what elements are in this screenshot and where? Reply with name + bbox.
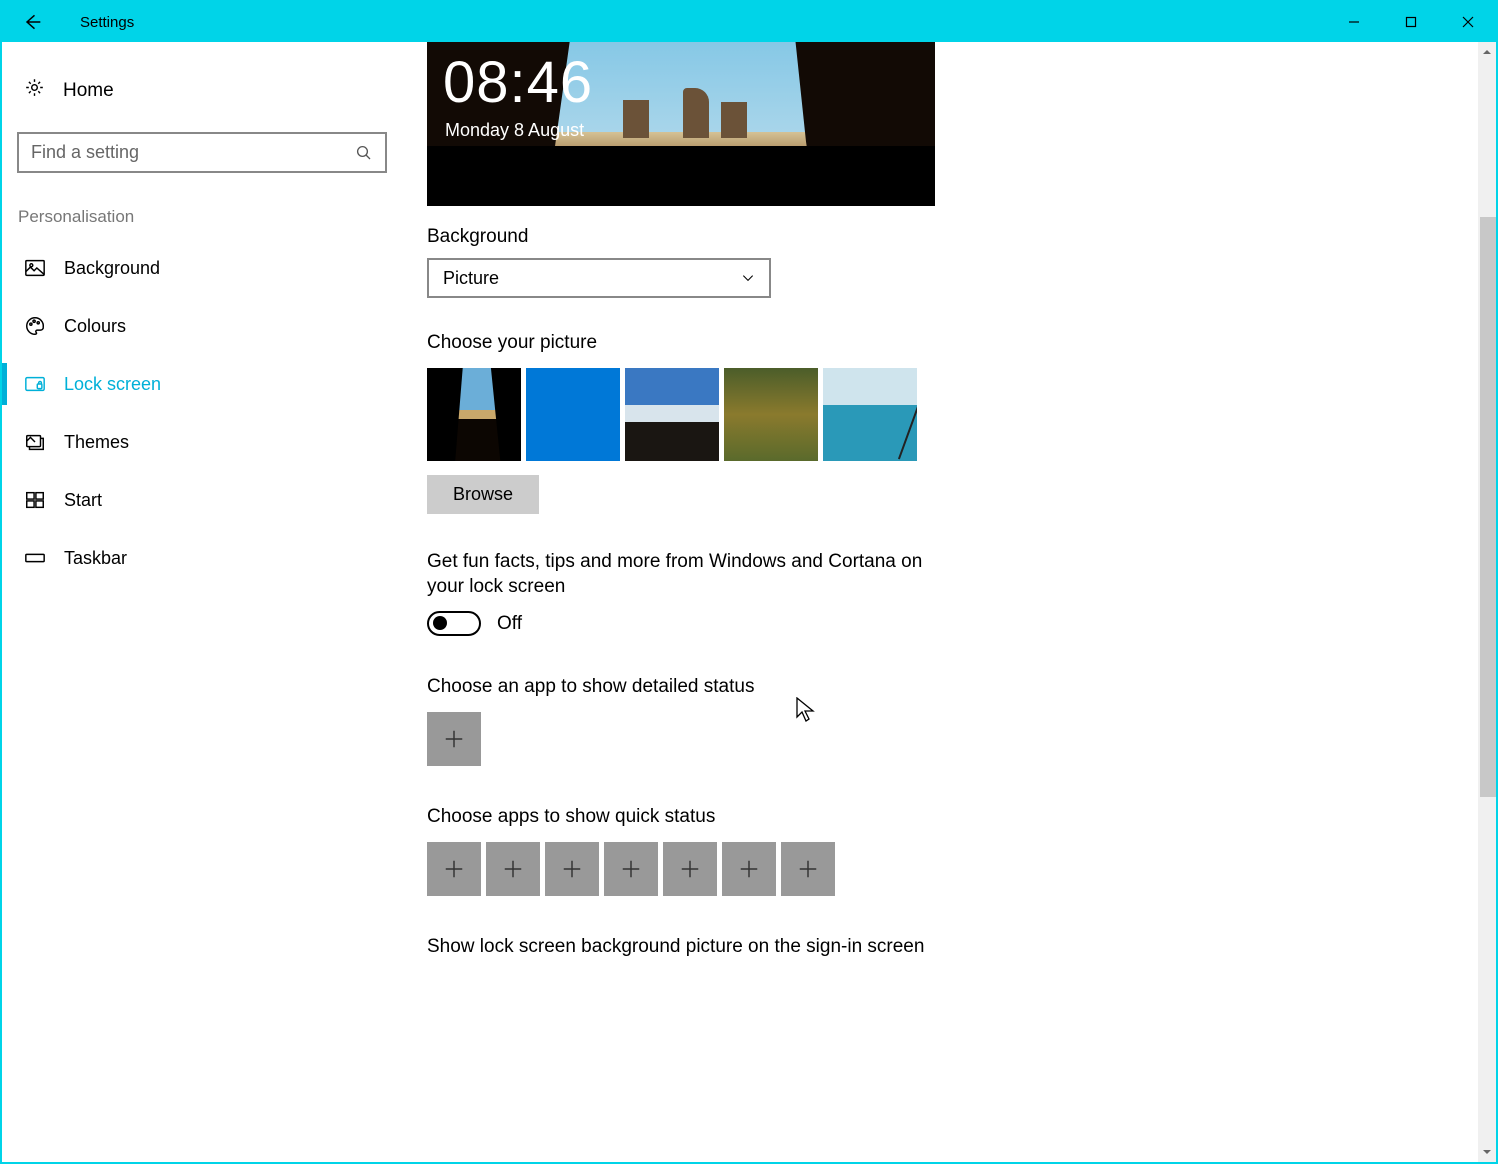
palette-icon bbox=[24, 315, 46, 337]
quick-status-label: Choose apps to show quick status bbox=[427, 806, 1182, 828]
search-box[interactable] bbox=[17, 132, 387, 173]
plus-icon bbox=[561, 858, 583, 880]
maximize-icon bbox=[1405, 16, 1417, 28]
sidebar-item-label: Background bbox=[64, 258, 160, 279]
detailed-status-add[interactable] bbox=[427, 712, 481, 766]
close-icon bbox=[1462, 16, 1474, 28]
plus-icon bbox=[443, 858, 465, 880]
sidebar-item-label: Start bbox=[64, 490, 102, 511]
quick-status-add[interactable] bbox=[722, 842, 776, 896]
lock-screen-icon bbox=[24, 373, 46, 395]
themes-icon bbox=[24, 431, 46, 453]
combo-value: Picture bbox=[443, 268, 499, 289]
sidebar-item-background[interactable]: Background bbox=[2, 239, 402, 297]
taskbar-icon bbox=[24, 547, 46, 569]
sidebar-item-label: Taskbar bbox=[64, 548, 127, 569]
picture-thumb[interactable] bbox=[427, 368, 521, 461]
fun-facts-toggle[interactable] bbox=[427, 611, 481, 636]
detailed-status-label: Choose an app to show detailed status bbox=[427, 676, 1182, 698]
signin-label: Show lock screen background picture on t… bbox=[427, 936, 1182, 958]
search-icon bbox=[355, 144, 373, 162]
scroll-up-button[interactable] bbox=[1478, 42, 1496, 62]
vertical-scrollbar[interactable] bbox=[1478, 42, 1496, 1162]
sidebar-item-label: Themes bbox=[64, 432, 129, 453]
lock-screen-preview: 08:46 Monday 8 August bbox=[427, 42, 935, 206]
quick-status-add[interactable] bbox=[486, 842, 540, 896]
start-icon bbox=[24, 489, 46, 511]
scroll-down-button[interactable] bbox=[1478, 1142, 1496, 1162]
plus-icon bbox=[738, 858, 760, 880]
preview-time: 08:46 bbox=[443, 54, 593, 112]
home-label: Home bbox=[63, 80, 114, 102]
plus-icon bbox=[620, 858, 642, 880]
sidebar-item-start[interactable]: Start bbox=[2, 471, 402, 529]
minimize-button[interactable] bbox=[1325, 2, 1382, 42]
sidebar-item-label: Lock screen bbox=[64, 374, 161, 395]
quick-status-add[interactable] bbox=[663, 842, 717, 896]
window-controls bbox=[1325, 2, 1496, 42]
picture-thumb[interactable] bbox=[526, 368, 620, 461]
browse-button[interactable]: Browse bbox=[427, 475, 539, 514]
picture-thumb[interactable] bbox=[724, 368, 818, 461]
plus-icon bbox=[679, 858, 701, 880]
plus-icon bbox=[443, 728, 465, 750]
plus-icon bbox=[502, 858, 524, 880]
picture-thumbs bbox=[427, 368, 1182, 461]
fun-facts-label: Get fun facts, tips and more from Window… bbox=[427, 550, 957, 599]
chevron-down-icon bbox=[741, 271, 755, 285]
maximize-button[interactable] bbox=[1382, 2, 1439, 42]
sidebar-item-colours[interactable]: Colours bbox=[2, 297, 402, 355]
main-content: 08:46 Monday 8 August Background Picture… bbox=[402, 42, 1222, 1018]
plus-icon bbox=[797, 858, 819, 880]
sidebar-item-taskbar[interactable]: Taskbar bbox=[2, 529, 402, 587]
back-arrow-icon bbox=[22, 12, 42, 32]
close-button[interactable] bbox=[1439, 2, 1496, 42]
picture-thumb[interactable] bbox=[625, 368, 719, 461]
quick-status-add[interactable] bbox=[604, 842, 658, 896]
title-bar: Settings bbox=[2, 2, 1496, 42]
sidebar-item-themes[interactable]: Themes bbox=[2, 413, 402, 471]
background-combo[interactable]: Picture bbox=[427, 258, 771, 298]
fun-facts-state: Off bbox=[497, 613, 522, 635]
quick-status-add[interactable] bbox=[427, 842, 481, 896]
scroll-thumb[interactable] bbox=[1480, 217, 1496, 797]
quick-status-add[interactable] bbox=[545, 842, 599, 896]
home-link[interactable]: Home bbox=[2, 67, 402, 114]
quick-status-row bbox=[427, 842, 1182, 896]
picture-thumb[interactable] bbox=[823, 368, 917, 461]
choose-picture-label: Choose your picture bbox=[427, 332, 1182, 354]
sidebar: Home Personalisation Background Colours … bbox=[2, 42, 402, 1162]
search-input[interactable] bbox=[31, 142, 355, 163]
minimize-icon bbox=[1348, 16, 1360, 28]
category-label: Personalisation bbox=[2, 199, 402, 239]
sidebar-item-lock-screen[interactable]: Lock screen bbox=[2, 355, 402, 413]
picture-icon bbox=[24, 257, 46, 279]
scroll-track[interactable] bbox=[1478, 62, 1496, 1142]
sidebar-item-label: Colours bbox=[64, 316, 126, 337]
back-button[interactable] bbox=[2, 2, 62, 42]
quick-status-add[interactable] bbox=[781, 842, 835, 896]
background-label: Background bbox=[427, 226, 1182, 248]
window-title: Settings bbox=[80, 14, 134, 31]
gear-icon bbox=[24, 77, 45, 104]
preview-date: Monday 8 August bbox=[445, 120, 584, 141]
